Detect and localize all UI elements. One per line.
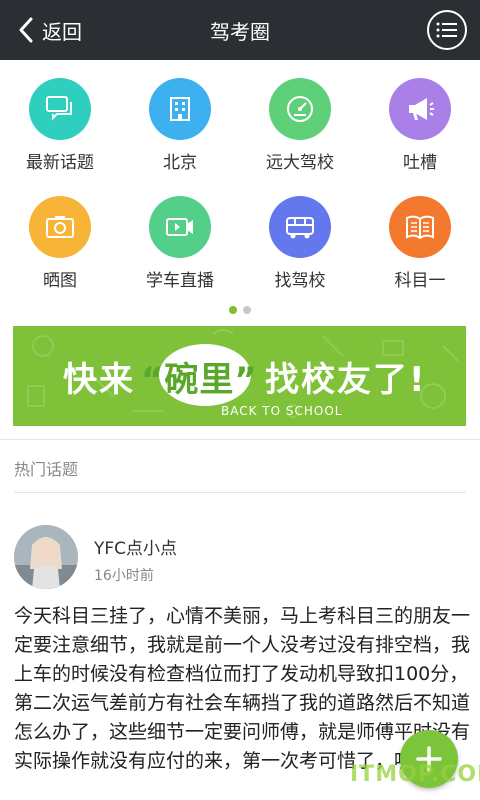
banner-subtitle: BACK TO SCHOOL	[221, 404, 343, 418]
divider	[0, 439, 480, 440]
grid-item-label: 学车直播	[146, 271, 214, 291]
hot-topics-heading: 热门话题	[14, 460, 79, 479]
megaphone-icon	[409, 98, 434, 120]
top-bar: 返回 驾考圈	[0, 0, 480, 60]
grid-item-find-school[interactable]: 找驾校	[240, 182, 360, 300]
bus-icon	[286, 217, 314, 239]
menu-button[interactable]	[427, 10, 467, 50]
building-icon	[170, 97, 190, 121]
speedometer-icon	[287, 96, 313, 122]
pager-dot[interactable]	[243, 306, 251, 314]
grid-item-label: 晒图	[43, 271, 77, 291]
promo-banner[interactable]: 快来 “碗里” 找校友了! BACK TO SCHOOL	[13, 326, 466, 426]
grid-item-label: 北京	[163, 153, 197, 173]
grid-item-label: 吐槽	[403, 153, 437, 173]
avatar[interactable]	[14, 525, 78, 589]
grid-item-photos[interactable]: 晒图	[0, 182, 120, 300]
grid-item-yuanda-school[interactable]: 远大驾校	[240, 64, 360, 182]
grid-item-label: 最新话题	[26, 153, 94, 173]
banner-text-right: 找校友了!	[265, 360, 427, 400]
camera-icon	[46, 216, 74, 238]
post-username[interactable]: YFC点小点	[94, 534, 177, 559]
post-time: 16小时前	[94, 568, 154, 584]
grid-item-label: 科目一	[394, 271, 446, 291]
list-menu-icon	[436, 22, 457, 38]
banner-text-left: 快来	[63, 360, 135, 400]
grid-item-live[interactable]: 学车直播	[120, 182, 240, 300]
divider	[14, 492, 466, 493]
page-title: 驾考圈	[210, 20, 270, 44]
grid-item-beijing[interactable]: 北京	[120, 64, 240, 182]
watermark-text: ITMOP.COM	[350, 762, 480, 787]
banner-text-bubble: “碗里”	[141, 360, 258, 400]
pager-dot-active[interactable]	[229, 306, 237, 314]
chat-bubbles-icon	[46, 96, 72, 121]
grid-item-label: 找驾校	[274, 271, 326, 291]
book-icon	[406, 215, 434, 240]
avatar-photo	[14, 525, 78, 589]
grid-item-latest-topics[interactable]: 最新话题	[0, 64, 120, 182]
grid-item-complain[interactable]: 吐槽	[360, 64, 480, 182]
grid-item-label: 远大驾校	[266, 153, 334, 173]
video-camera-icon	[166, 218, 193, 236]
pager-dots	[0, 306, 480, 314]
grid-item-subject-one[interactable]: 科目一	[360, 182, 480, 300]
